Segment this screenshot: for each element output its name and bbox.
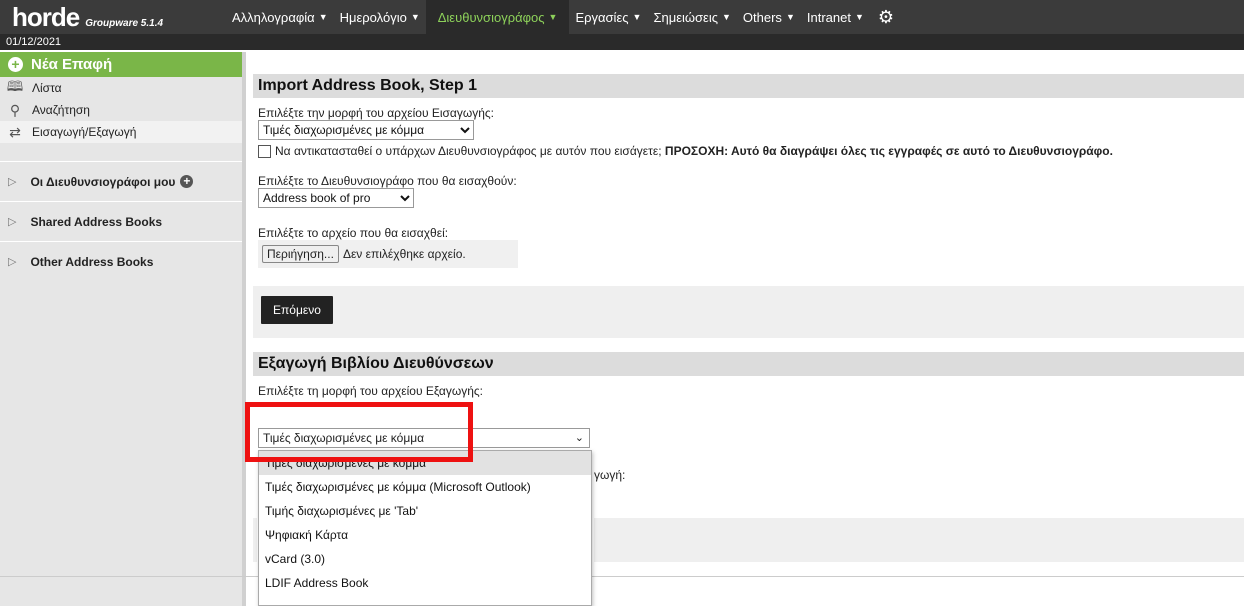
dropdown-option[interactable]: LDIF Address Book (259, 571, 591, 595)
menu-notes[interactable]: Σημειώσεις ▼ (647, 0, 736, 34)
search-icon: ⚲ (9, 101, 21, 118)
expand-triangle-icon: ▷ (8, 176, 17, 188)
page-divider (0, 576, 1244, 577)
annotation-highlight-box (245, 402, 473, 462)
add-address-book-icon[interactable]: + (180, 175, 194, 188)
import-title: Import Address Book, Step 1 (253, 74, 1244, 98)
replace-checkbox[interactable] (258, 144, 271, 158)
dropdown-option[interactable]: Ψηφιακή Κάρτα (259, 523, 591, 547)
export-format-label: Επιλέξτε τη μορφή του αρχείου Εξαγωγής: (258, 384, 483, 398)
dropdown-option[interactable]: Τιμές διαχωρισμένες με κόμμα (Microsoft … (259, 475, 591, 499)
browse-button[interactable]: Περιήγηση... (262, 245, 339, 263)
sidebar-section-other-address-books[interactable]: ▷ Other Address Books (0, 241, 242, 281)
expand-triangle-icon: ▷ (8, 216, 17, 228)
caret-down-icon: ▼ (722, 12, 731, 22)
sidebar-item-import-export[interactable]: ⇄ Εισαγωγή/Εξαγωγή (0, 121, 242, 143)
import-format-label: Επιλέξτε την μορφή του αρχείου Εισαγωγής… (258, 106, 495, 120)
export-book-label-partial: γωγή: (594, 468, 626, 482)
caret-down-icon: ▼ (410, 12, 420, 22)
expand-triangle-icon: ▷ (8, 256, 17, 268)
gear-icon[interactable]: ⚙ (870, 7, 902, 28)
current-date: 01/12/2021 (0, 34, 1244, 50)
import-book-label: Επιλέξτε το Διευθυνσιογράφο που θα εισαχ… (258, 174, 517, 188)
sidebar-section-shared-address-books[interactable]: ▷ Shared Address Books (0, 201, 242, 241)
caret-down-icon: ▼ (785, 12, 795, 22)
export-actions-strip (253, 518, 257, 562)
horde-logo: horde (12, 2, 80, 32)
top-navigation-bar: horde Groupware 5.1.4 Αλληλογραφία ▼ Ημερ… (0, 0, 1244, 34)
import-form: Επιλέξτε την μορφή του αρχείου Εισαγωγής… (253, 98, 1244, 286)
export-actions-strip (594, 518, 1244, 562)
menu-address-book[interactable]: Διευθυνσιογράφος ▼ (425, 0, 570, 34)
menu-others[interactable]: Others ▼ (737, 0, 801, 34)
menu-calendar[interactable]: Ημερολόγιο ▼ (334, 0, 426, 34)
import-actions: Επόμενο (253, 286, 1244, 338)
next-button[interactable]: Επόμενο (261, 296, 333, 324)
menu-intranet[interactable]: Intranet ▼ (801, 0, 870, 34)
book-icon: 🕮 (6, 78, 24, 94)
sidebar-resize-handle[interactable] (242, 52, 246, 606)
sidebar-item-search[interactable]: ⚲ Αναζήτηση (0, 99, 242, 121)
import-file-label: Επιλέξτε το αρχείο που θα εισαχθεί: (258, 226, 449, 240)
export-format-dropdown: Τιμές διαχωρισμένες με κόμμα Τιμές διαχω… (258, 450, 592, 606)
product-version: Groupware 5.1.4 (85, 18, 164, 29)
main-content: Import Address Book, Step 1 Επιλέξτε την… (253, 74, 1244, 398)
menu-mail[interactable]: Αλληλογραφία ▼ (226, 0, 334, 34)
export-form: Επιλέξτε τη μορφή του αρχείου Εξαγωγής: (253, 376, 1244, 398)
menu-tasks[interactable]: Εργασίες ▼ (569, 0, 647, 34)
import-book-select[interactable]: Address book of pro (258, 188, 414, 208)
replace-warning: ΠΡΟΣΟΧΗ: Αυτό θα διαγράψει όλες τις εγγρ… (664, 144, 1113, 158)
main-menu: Αλληλογραφία ▼ Ημερολόγιο ▼ Διευθυνσιογράφ… (226, 0, 902, 34)
dropdown-option[interactable]: vCard (3.0) (259, 547, 591, 571)
new-contact-button[interactable]: + Νέα Επαφή (0, 52, 242, 77)
export-title: Εξαγωγή Βιβλίου Διευθύνσεων (253, 352, 1244, 376)
caret-down-icon: ▼ (854, 12, 864, 22)
import-export-icon: ⇄ (9, 123, 21, 140)
no-file-text: Δεν επιλέχθηκε αρχείο. (342, 247, 466, 261)
chevron-down-icon: ⌄ (574, 432, 584, 444)
caret-down-icon: ▼ (548, 12, 558, 22)
plus-circle-icon: + (8, 57, 23, 72)
brand[interactable]: horde Groupware 5.1.4 (0, 2, 226, 32)
caret-down-icon: ▼ (318, 12, 328, 22)
import-format-select[interactable]: Τιμές διαχωρισμένες με κόμμα (258, 120, 474, 140)
dropdown-option[interactable]: Τιμής διαχωρισμένες με 'Tab' (259, 499, 591, 523)
caret-down-icon: ▼ (632, 12, 642, 22)
sidebar-item-list[interactable]: 🕮 Λίστα (0, 77, 242, 99)
sidebar-section-my-address-books[interactable]: ▷ Οι Διευθυνσιογράφοι μου + (0, 161, 242, 201)
sidebar: + Νέα Επαφή 🕮 Λίστα ⚲ Αναζήτηση ⇄ Εισαγω… (0, 52, 242, 606)
replace-option: Να αντικατασταθεί ο υπάρχων Διευθυνσιογρ… (258, 144, 1244, 158)
file-picker: Περιήγηση... Δεν επιλέχθηκε αρχείο. (258, 240, 518, 268)
replace-label: Να αντικατασταθεί ο υπάρχων Διευθυνσιογρ… (275, 144, 662, 158)
